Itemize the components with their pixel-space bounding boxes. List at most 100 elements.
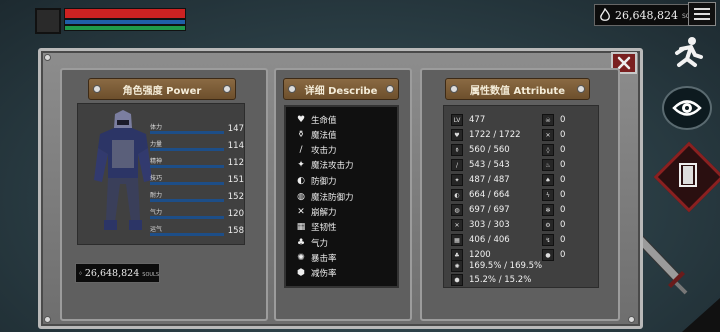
burst-icon: ✺	[297, 253, 305, 263]
attr-value: 697 / 697	[469, 205, 510, 215]
describe-item[interactable]: ⬢ 减伤率	[296, 266, 337, 280]
attr-row: ◊ 0	[542, 143, 565, 157]
attr-row: ✕ 303 / 303	[451, 218, 510, 232]
stat-row: 运气 158	[150, 224, 246, 242]
describe-item[interactable]: ▦ 坚韧性	[296, 220, 337, 234]
attr-row: ◍ 697 / 697	[451, 203, 510, 217]
stat-value: 151	[227, 175, 244, 185]
stat-label: 体力	[150, 124, 163, 131]
level-icon: LV	[451, 114, 463, 126]
attribute-title: 属性数值 Attribute	[445, 78, 590, 100]
armor-icon: ▦	[451, 234, 463, 246]
attr-row: ☠ 0	[542, 113, 565, 127]
describe-item[interactable]: ◍ 魔法防御力	[296, 190, 353, 204]
corner-toggle-button[interactable]	[682, 298, 720, 332]
describe-label: 攻击力	[311, 146, 337, 156]
frame-rivet	[628, 316, 635, 323]
attr-value: 0	[560, 235, 566, 245]
describe-label: 防御力	[311, 177, 337, 187]
attr-value: 0	[560, 175, 566, 185]
describe-item[interactable]: ✺ 暴击率	[296, 251, 337, 265]
knight-figure	[94, 110, 152, 230]
attr-row-reduction: ⬢ 15.2% / 15.2%	[451, 273, 531, 287]
view-button[interactable]	[662, 86, 712, 130]
describe-label: 生命值	[311, 116, 337, 126]
stat-bar	[150, 131, 224, 134]
health-bar	[64, 8, 186, 19]
attr-row: LV 477	[451, 113, 485, 127]
describe-title: 详细 Describe	[283, 78, 399, 100]
describe-item[interactable]: ✕ 崩解力	[296, 205, 337, 219]
attribute-title-text: 属性数值 Attribute	[470, 85, 565, 97]
exit-door-button[interactable]	[653, 141, 720, 213]
stat-label: 气力	[150, 209, 163, 216]
describe-label: 魔法攻击力	[311, 161, 354, 171]
attr-value: 560 / 560	[469, 145, 510, 155]
attr-row: ♨ 0	[542, 158, 565, 172]
stat-label: 力量	[150, 141, 163, 148]
attr-value: 303 / 303	[469, 220, 510, 230]
bones-icon: ✕	[542, 129, 554, 141]
attr-value: 0	[560, 220, 566, 230]
gear-icon: ⚙	[542, 219, 554, 231]
attr-row: ⚱ 560 / 560	[451, 143, 510, 157]
stat-row: 耐力 152	[150, 190, 246, 208]
attr-row: ✻ 0	[542, 203, 565, 217]
soul-flame-icon	[600, 8, 610, 21]
skull-icon: ☠	[542, 114, 554, 126]
running-man-icon	[675, 37, 703, 67]
magic-defense-icon: ◍	[451, 204, 463, 216]
attr-value: 0	[560, 190, 566, 200]
attr-value: 543 / 543	[469, 160, 510, 170]
attr-value: 0	[560, 115, 566, 125]
power-title-text: 角色强度 Power	[122, 85, 202, 97]
stat-value: 158	[227, 226, 244, 236]
magic-defense-icon: ◍	[297, 192, 305, 202]
potion-icon: ⚱	[451, 144, 463, 156]
sprint-button[interactable]	[664, 32, 710, 74]
describe-item[interactable]: / 攻击力	[296, 143, 337, 157]
guard-icon: ⬢	[451, 274, 463, 286]
attr-value: 169.5% / 169.5%	[469, 261, 543, 271]
describe-item[interactable]: ♣ 气力	[296, 236, 328, 250]
souls-amount: 26,648,824	[615, 8, 678, 22]
attr-row: ♠ 0	[542, 173, 565, 187]
attr-value: 487 / 487	[469, 175, 510, 185]
bolt-icon: ↯	[542, 234, 554, 246]
describe-label: 减伤率	[311, 269, 337, 279]
attr-row: / 543 / 543	[451, 158, 510, 172]
describe-item[interactable]: ♥ 生命值	[296, 113, 337, 127]
attr-row: ↯ 0	[542, 233, 565, 247]
describe-label: 崩解力	[311, 208, 337, 218]
describe-label: 魔法值	[311, 131, 337, 141]
attr-row: ϟ0	[542, 188, 565, 202]
stat-value: 120	[227, 209, 244, 219]
describe-label: 暴击率	[311, 254, 337, 264]
attr-row: ✕ 0	[542, 128, 565, 142]
describe-item[interactable]: ✦ 魔法攻击力	[296, 158, 354, 172]
menu-button[interactable]	[688, 2, 716, 26]
door-icon	[679, 163, 697, 187]
heart-icon: ♥	[451, 129, 463, 141]
flame-icon: ♠	[542, 174, 554, 186]
attr-value: 0	[560, 205, 566, 215]
attr-value: 0	[560, 130, 566, 140]
stat-label: 精神	[150, 158, 163, 165]
describe-item[interactable]: ◐ 防御力	[296, 174, 337, 188]
stat-value: 114	[227, 141, 244, 151]
describe-item[interactable]: ⚱ 魔法值	[296, 128, 337, 142]
stat-bar	[150, 233, 224, 236]
attr-value: 477	[469, 115, 486, 125]
stat-value: 112	[227, 158, 244, 168]
stat-value: 152	[227, 192, 244, 202]
souls-amount: 26,648,824	[84, 267, 140, 279]
attr-value: 1722 / 1722	[469, 130, 521, 140]
potion-icon: ⚱	[297, 130, 305, 140]
stat-bar	[150, 199, 224, 202]
attr-row: ▦ 406 / 406	[451, 233, 510, 247]
player-portrait[interactable]	[35, 8, 61, 34]
experience-bar	[64, 25, 186, 31]
guard-icon: ⬢	[297, 268, 305, 278]
describe-label: 气力	[311, 239, 329, 249]
fire-icon: ♨	[542, 159, 554, 171]
